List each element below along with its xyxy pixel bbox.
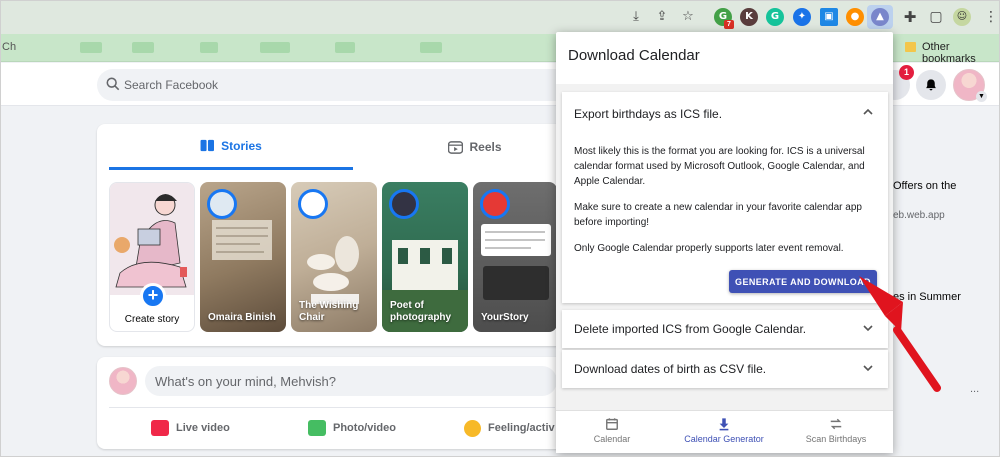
tab-stories[interactable]: Stories (109, 124, 353, 170)
download-csv-panel[interactable]: Download dates of birth as CSV file. (562, 350, 888, 388)
feeling-activity-button[interactable]: Feeling/activ (464, 415, 555, 441)
smiley-icon (464, 419, 481, 437)
chevron-up-icon[interactable] (862, 106, 874, 118)
birthday-calendar-extension-icon[interactable]: ▲ (871, 8, 889, 26)
story-avatar (480, 189, 510, 219)
nav-label: Scan Birthdays (805, 434, 867, 444)
notification-badge: 1 (899, 65, 914, 80)
browser-toolbar: ⤓ ⇪ ☆ G 7 K G ✦ ▣ ● ▲ ✚ ▢ ☺ ⋮ (0, 0, 1000, 34)
story-card[interactable]: YourStory (473, 182, 557, 332)
reels-icon (448, 140, 464, 154)
panel-paragraph: Most likely this is the format you are l… (574, 146, 865, 187)
popup-bottom-nav: Calendar Calendar Generator Scan Birthda… (556, 410, 893, 453)
action-label: Feeling/activ (488, 422, 555, 434)
popup-title: Download Calendar (568, 47, 700, 64)
story-author: The Wishing Chair (299, 300, 359, 323)
calendar-icon (606, 418, 618, 430)
sync-icon (830, 418, 842, 430)
nav-scan-birthdays[interactable]: Scan Birthdays (780, 411, 892, 454)
bookmark-item[interactable] (132, 42, 154, 53)
download-calendar-popup: Download Calendar Export birthdays as IC… (556, 32, 893, 453)
more-options-icon[interactable]: ... (970, 383, 979, 395)
search-input[interactable] (124, 69, 564, 101)
photo-video-button[interactable]: Photo/video (308, 415, 396, 441)
delete-ics-panel[interactable]: Delete imported ICS from Google Calendar… (562, 310, 888, 348)
create-story-image (110, 183, 194, 295)
story-card[interactable]: Poet of photography (382, 182, 468, 332)
story-avatar (298, 189, 328, 219)
story-author: YourStory (481, 312, 529, 323)
tab-label: Reels (469, 140, 502, 154)
profile-illustration (114, 194, 187, 288)
download-icon (719, 418, 729, 431)
extension-blue-icon[interactable]: ✦ (793, 8, 811, 26)
divider (109, 407, 555, 408)
popup-body: Export birthdays as ICS file. Most likel… (556, 84, 893, 410)
story-avatar (389, 189, 419, 219)
story-avatar (207, 189, 237, 219)
folder-icon (905, 42, 916, 52)
profile-icon[interactable]: ☺ (953, 8, 971, 26)
story-author: Poet of photography (390, 300, 452, 323)
story-author: Omaira Binish (208, 312, 276, 323)
tab-label: Stories (221, 138, 262, 153)
install-app-icon[interactable]: ⤓ (628, 9, 644, 25)
bell-icon (926, 79, 936, 91)
search-icon (106, 77, 120, 91)
bookmark-item[interactable]: Ch (2, 41, 16, 53)
export-ics-panel: Export birthdays as ICS file. Most likel… (562, 92, 888, 303)
photo-icon (308, 420, 326, 436)
share-icon[interactable]: ⇪ (654, 9, 670, 25)
chevron-down-icon[interactable]: ▼ (976, 91, 987, 102)
notifications-button[interactable] (916, 70, 946, 100)
browser-menu-icon[interactable]: ⋮ (983, 9, 999, 25)
bookmark-item[interactable] (420, 42, 442, 53)
sponsored-title[interactable]: Offers on the (893, 180, 956, 192)
extension-orange-icon[interactable]: ● (846, 8, 864, 26)
avatar[interactable] (109, 367, 137, 395)
extension-badge: 7 (724, 20, 734, 29)
nav-calendar[interactable]: Calendar (556, 411, 668, 454)
create-story-card[interactable]: + Create story (109, 182, 195, 332)
create-story-label: Create story (124, 314, 180, 325)
video-camera-icon (151, 420, 169, 436)
extension-k-icon[interactable]: K (740, 8, 758, 26)
action-label: Photo/video (333, 422, 396, 434)
live-video-button[interactable]: Live video (151, 415, 230, 441)
other-bookmarks[interactable]: Other bookmarks (922, 41, 1000, 65)
sponsored-url[interactable]: eb.web.app (893, 210, 945, 221)
nav-calendar-generator[interactable]: Calendar Generator (668, 411, 780, 454)
book-icon (200, 139, 215, 152)
composer-input[interactable] (145, 366, 557, 396)
side-panel-icon[interactable]: ▢ (928, 9, 944, 25)
nav-label: Calendar (593, 434, 631, 444)
bookmark-item[interactable] (200, 42, 218, 53)
action-label: Live video (176, 422, 230, 434)
puzzle-icon[interactable]: ✚ (902, 9, 918, 25)
panel-paragraph: Only Google Calendar properly supports l… (574, 243, 844, 254)
grammarly-icon[interactable]: G (766, 8, 784, 26)
story-card[interactable]: The Wishing Chair (291, 182, 377, 332)
extension-trello-icon[interactable]: ▣ (820, 8, 838, 26)
annotation-arrow-icon (859, 276, 941, 392)
add-story-icon[interactable]: + (140, 283, 166, 309)
post-composer: Live video Photo/video Feeling/activ (97, 357, 567, 449)
search-box[interactable] (97, 69, 577, 101)
panel-header[interactable]: Export birthdays as ICS file. (574, 107, 722, 121)
nav-label: Calendar Generator (684, 434, 764, 444)
bookmark-item[interactable] (80, 42, 102, 53)
panel-paragraph: Make sure to create a new calendar in yo… (574, 202, 862, 228)
stories-card: Stories Reels + Create story Omaira Bini… (97, 124, 567, 346)
panel-header[interactable]: Delete imported ICS from Google Calendar… (574, 322, 806, 336)
story-card[interactable]: Omaira Binish (200, 182, 286, 332)
bookmark-item[interactable] (335, 42, 355, 53)
bookmark-star-icon[interactable]: ☆ (680, 9, 696, 25)
bookmark-item[interactable] (260, 42, 290, 53)
panel-header[interactable]: Download dates of birth as CSV file. (574, 362, 766, 376)
